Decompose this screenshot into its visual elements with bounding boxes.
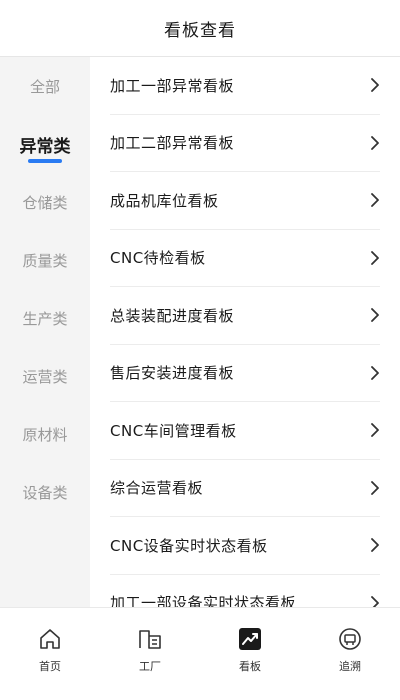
chevron-right-icon xyxy=(370,365,380,380)
tab-dashboard[interactable]: 看板 xyxy=(200,608,300,700)
list-item-label: 综合运营看板 xyxy=(110,479,204,498)
sidebar-item-warehouse[interactable]: 仓储类 xyxy=(0,173,90,231)
sidebar-item-quality[interactable]: 质量类 xyxy=(0,231,90,289)
sidebar-item-label: 全部 xyxy=(29,77,60,96)
chevron-right-icon xyxy=(370,193,380,208)
sidebar-item-equipment[interactable]: 设备类 xyxy=(0,463,90,521)
bottom-tab-bar: 首页 工厂 看板 追溯 xyxy=(0,607,400,700)
sidebar-item-operations[interactable]: 运营类 xyxy=(0,347,90,405)
app-screen: 看板查看 全部 异常类 仓储类 质量类 生产类 运营类 原材料 设备类 加工一部… xyxy=(0,0,400,700)
sidebar-item-label: 异常类 xyxy=(19,136,71,157)
list-item[interactable]: 成品机库位看板 xyxy=(110,172,380,230)
chevron-right-icon xyxy=(370,595,380,607)
list-item-label: 成品机库位看板 xyxy=(110,191,219,210)
list-item-label: CNC待检看板 xyxy=(110,249,206,268)
list-item-label: 加工一部设备实时状态看板 xyxy=(110,594,297,607)
chevron-right-icon xyxy=(370,538,380,553)
home-icon xyxy=(37,626,63,652)
chevron-right-icon xyxy=(370,78,380,93)
sidebar-item-label: 生产类 xyxy=(22,309,68,328)
factory-icon xyxy=(137,626,163,652)
list-item-label: 加工一部异常看板 xyxy=(110,76,235,95)
list-item-label: 加工二部异常看板 xyxy=(110,134,235,153)
list-item-label: CNC车间管理看板 xyxy=(110,421,237,440)
tab-label: 首页 xyxy=(39,660,61,673)
dashboard-chart-icon xyxy=(237,626,263,652)
page-title: 看板查看 xyxy=(164,20,236,41)
list-item[interactable]: CNC设备实时状态看板 xyxy=(110,517,380,575)
category-sidebar: 全部 异常类 仓储类 质量类 生产类 运营类 原材料 设备类 xyxy=(0,57,90,607)
sidebar-item-label: 原材料 xyxy=(22,425,68,444)
chevron-right-icon xyxy=(370,423,380,438)
sidebar-item-abnormal[interactable]: 异常类 xyxy=(0,115,90,173)
list-item-label: 总装装配进度看板 xyxy=(110,306,235,325)
list-item[interactable]: CNC车间管理看板 xyxy=(110,402,380,460)
tab-home[interactable]: 首页 xyxy=(0,608,100,700)
sidebar-item-label: 仓储类 xyxy=(22,193,68,212)
list-item[interactable]: 加工二部异常看板 xyxy=(110,115,380,172)
list-item[interactable]: 售后安装进度看板 xyxy=(110,345,380,402)
chevron-right-icon xyxy=(370,250,380,265)
sidebar-item-label: 设备类 xyxy=(22,483,68,502)
tab-trace[interactable]: 追溯 xyxy=(300,608,400,700)
list-item-label: CNC设备实时状态看板 xyxy=(110,536,268,555)
chevron-right-icon xyxy=(370,308,380,323)
trace-icon xyxy=(337,626,363,652)
sidebar-item-label: 运营类 xyxy=(22,367,68,386)
dashboard-list: 加工一部异常看板 加工二部异常看板 成品机库位看板 CNC待检看板 总装装配进度… xyxy=(90,57,400,607)
tab-factory[interactable]: 工厂 xyxy=(100,608,200,700)
tab-label: 看板 xyxy=(239,660,261,673)
chevron-right-icon xyxy=(370,480,380,495)
app-header: 看板查看 xyxy=(0,0,400,57)
list-item[interactable]: 加工一部异常看板 xyxy=(110,57,380,115)
list-item[interactable]: CNC待检看板 xyxy=(110,230,380,287)
list-item-label: 售后安装进度看板 xyxy=(110,364,235,383)
sidebar-item-production[interactable]: 生产类 xyxy=(0,289,90,347)
sidebar-item-all[interactable]: 全部 xyxy=(0,57,90,115)
sidebar-item-raw-material[interactable]: 原材料 xyxy=(0,405,90,463)
active-indicator xyxy=(28,159,62,163)
list-item[interactable]: 综合运营看板 xyxy=(110,460,380,517)
list-item[interactable]: 加工一部设备实时状态看板 xyxy=(110,575,380,607)
sidebar-item-label: 质量类 xyxy=(22,251,68,270)
chevron-right-icon xyxy=(370,135,380,150)
list-item[interactable]: 总装装配进度看板 xyxy=(110,287,380,345)
tab-label: 追溯 xyxy=(339,660,361,673)
tab-label: 工厂 xyxy=(139,660,161,673)
